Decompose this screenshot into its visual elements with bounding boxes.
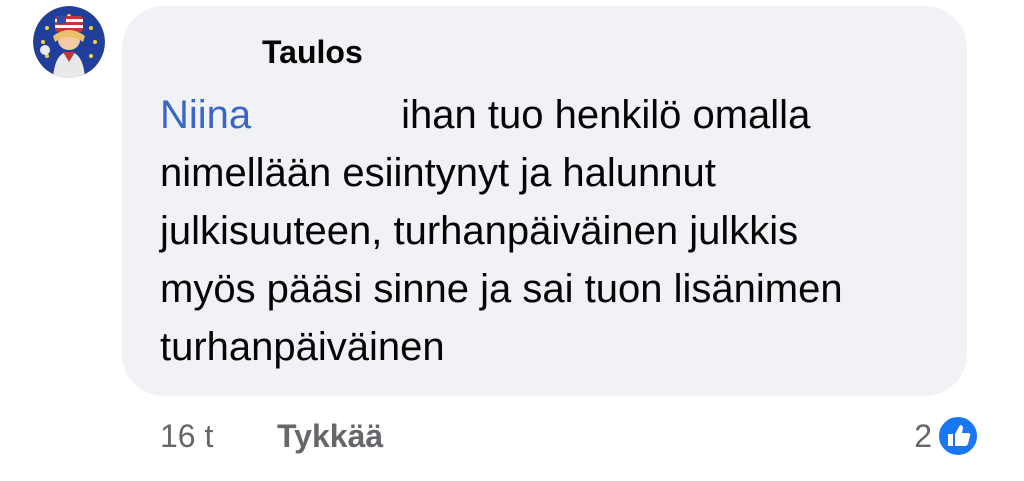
comment-author-name[interactable]: Taulos — [262, 32, 363, 72]
comment-line-1-text: ihan tuo henkilö omalla — [401, 93, 811, 137]
comment-footer: 16 t Tykkää 2 — [160, 414, 980, 458]
comment-timestamp[interactable]: 16 t — [160, 414, 213, 458]
avatar[interactable] — [33, 6, 105, 78]
comment-line-4: myös pääsi sinne ja sai tuon lisänimen — [160, 267, 843, 311]
like-button[interactable]: Tykkää — [277, 414, 383, 458]
redacted-mention-part — [251, 97, 401, 137]
reaction-count: 2 — [914, 418, 932, 454]
comment-line-2: nimellään esiintynyt ja halunnut — [160, 151, 716, 195]
mention-link[interactable]: Niina — [160, 93, 251, 137]
reaction-summary[interactable]: 2 — [914, 414, 980, 458]
comment-line-3: julkisuuteen, turhanpäiväinen julkkis — [160, 209, 799, 253]
comment-line-5: turhanpäiväinen — [160, 325, 445, 369]
redacted-author-part — [160, 36, 254, 68]
avatar-image — [33, 6, 105, 78]
thumbs-up-icon — [937, 415, 979, 457]
comment-line-1: Niina ihan tuo henkilö omalla — [160, 86, 950, 144]
comment-text: Niina ihan tuo henkilö omalla nimellään e… — [160, 86, 950, 376]
